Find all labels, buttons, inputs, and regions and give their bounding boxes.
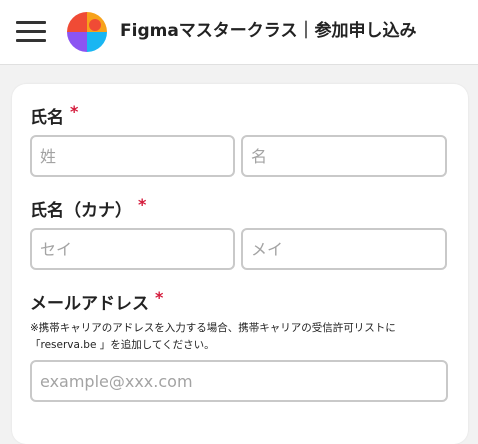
name-label-text: 氏名	[30, 108, 64, 128]
name-label: 氏名 *	[30, 102, 78, 130]
first-name-input[interactable]	[241, 135, 447, 177]
required-mark: *	[70, 102, 79, 121]
last-name-input[interactable]	[30, 135, 235, 177]
page-title: Figmaマスタークラス｜参加申し込み	[120, 21, 417, 41]
hamburger-menu-icon[interactable]	[16, 21, 48, 43]
app-header: Figmaマスタークラス｜参加申し込み	[0, 0, 478, 65]
email-label: メールアドレス *	[30, 288, 163, 316]
last-name-kana-input[interactable]	[30, 228, 235, 270]
required-mark: *	[138, 195, 147, 214]
email-label-text: メールアドレス	[30, 294, 149, 314]
form-card: 氏名 * 氏名（カナ） * メールアドレス * ※携帯キャリアのアドレスを入力する場合…	[12, 84, 468, 444]
required-mark: *	[155, 288, 164, 307]
email-input[interactable]	[30, 360, 448, 402]
email-note-line2: 「reserva.be 」を追加してください。	[30, 339, 215, 351]
logo-icon	[67, 12, 107, 52]
first-name-kana-input[interactable]	[241, 228, 447, 270]
email-note-line1: ※携帯キャリアのアドレスを入力する場合、携帯キャリアの受信許可リストに	[30, 322, 396, 334]
kana-label-text: 氏名（カナ）	[30, 201, 132, 221]
kana-label: 氏名（カナ） *	[30, 195, 146, 223]
